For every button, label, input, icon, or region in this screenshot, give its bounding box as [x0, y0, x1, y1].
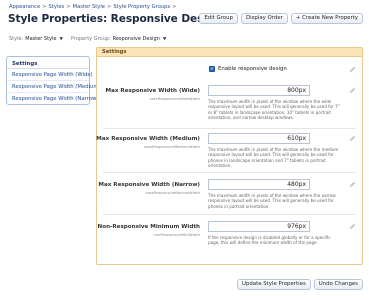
sidebar-title[interactable]: Settings	[7, 57, 89, 69]
property-value-input[interactable]: 800px	[208, 85, 310, 96]
property-description: The maximum width in pixels of the windo…	[208, 147, 339, 168]
enable-responsive-checkbox[interactable]: ✓	[209, 66, 215, 72]
panel-title: Settings	[97, 48, 362, 57]
breadcrumb-separator: >	[66, 4, 71, 10]
edit-group-button[interactable]: Edit Group	[199, 13, 238, 24]
page-title: Style Properties: Responsive Design	[8, 13, 222, 25]
breadcrumb-styles[interactable]: Styles	[49, 4, 65, 10]
pencil-icon[interactable]	[349, 87, 356, 94]
group-selector[interactable]: Responsive Design	[113, 36, 160, 42]
enable-responsive-label[interactable]: Enable responsive design	[218, 66, 287, 72]
pencil-icon[interactable]	[349, 223, 356, 230]
enable-responsive-row: ✓ Enable responsive design	[209, 66, 287, 72]
create-property-button[interactable]: + Create New Property	[290, 13, 363, 24]
property-description: The maximum width in pixels of the windo…	[208, 99, 340, 120]
property-value-input[interactable]: 976px	[208, 221, 310, 232]
property-name: maxResponsiveMediumWidth	[143, 144, 200, 149]
row-divider	[103, 214, 356, 215]
breadcrumb-separator: >	[107, 4, 112, 10]
settings-panel: Settings ✓ Enable responsive design Max …	[96, 47, 363, 265]
property-label: Max Responsive Width (Medium)	[96, 136, 200, 142]
sidebar-item-medium[interactable]: Responsive Page Width (Medium)	[7, 81, 101, 93]
pencil-icon[interactable]	[349, 181, 356, 188]
style-selector-label: Style:	[9, 36, 24, 42]
property-value-input[interactable]: 480px	[208, 179, 310, 190]
pencil-icon[interactable]	[349, 66, 356, 73]
update-style-properties-button[interactable]: Update Style Properties	[237, 279, 311, 290]
property-name: maxResponsiveWideWidth	[149, 96, 200, 101]
group-selector-label: Property Group:	[70, 36, 111, 42]
header-actions: Edit Group Display Order + Create New Pr…	[199, 13, 363, 24]
property-label: Max Responsive Width (Narrow)	[98, 182, 200, 188]
breadcrumb: Appearance > Styles > Master Style > Sty…	[9, 4, 177, 10]
property-name: nonResponsiveMinWidth	[153, 232, 200, 237]
breadcrumb-separator: >	[172, 4, 177, 10]
sidebar-item-narrow[interactable]: Responsive Page Width (Narrow)	[7, 93, 98, 105]
property-label: Max Responsive Width (Wide)	[105, 88, 201, 94]
selector-bar: Style: Master Style ▼ Property Group: Re…	[9, 36, 174, 42]
settings-sidebar: Settings Responsive Page Width (Wide) Re…	[6, 56, 101, 105]
undo-changes-button[interactable]: Undo Changes	[313, 279, 363, 290]
row-divider	[103, 172, 356, 173]
property-label: Non-Responsive Minimum Width	[97, 224, 200, 230]
property-name: maxResponsiveNarrowWidth	[145, 190, 200, 195]
form-actions: Update Style Properties Undo Changes	[96, 279, 363, 290]
style-selector[interactable]: Master Style	[25, 36, 56, 42]
pencil-icon[interactable]	[349, 135, 356, 142]
breadcrumb-master-style[interactable]: Master Style	[73, 4, 105, 10]
property-description: The maximum width in pixels of the windo…	[208, 193, 336, 209]
chevron-down-icon[interactable]: ▼	[163, 37, 166, 42]
breadcrumb-separator: >	[42, 4, 47, 10]
sidebar-item-wide[interactable]: Responsive Page Width (Wide)	[7, 69, 93, 81]
property-description: If the responsive design is disabled glo…	[208, 235, 331, 246]
display-order-button[interactable]: Display Order	[240, 13, 288, 24]
chevron-down-icon[interactable]: ▼	[59, 37, 62, 42]
row-divider	[103, 128, 356, 129]
breadcrumb-style-property-groups[interactable]: Style Property Groups	[113, 4, 170, 10]
property-value-input[interactable]: 610px	[208, 133, 310, 144]
breadcrumb-appearance[interactable]: Appearance	[9, 4, 40, 10]
